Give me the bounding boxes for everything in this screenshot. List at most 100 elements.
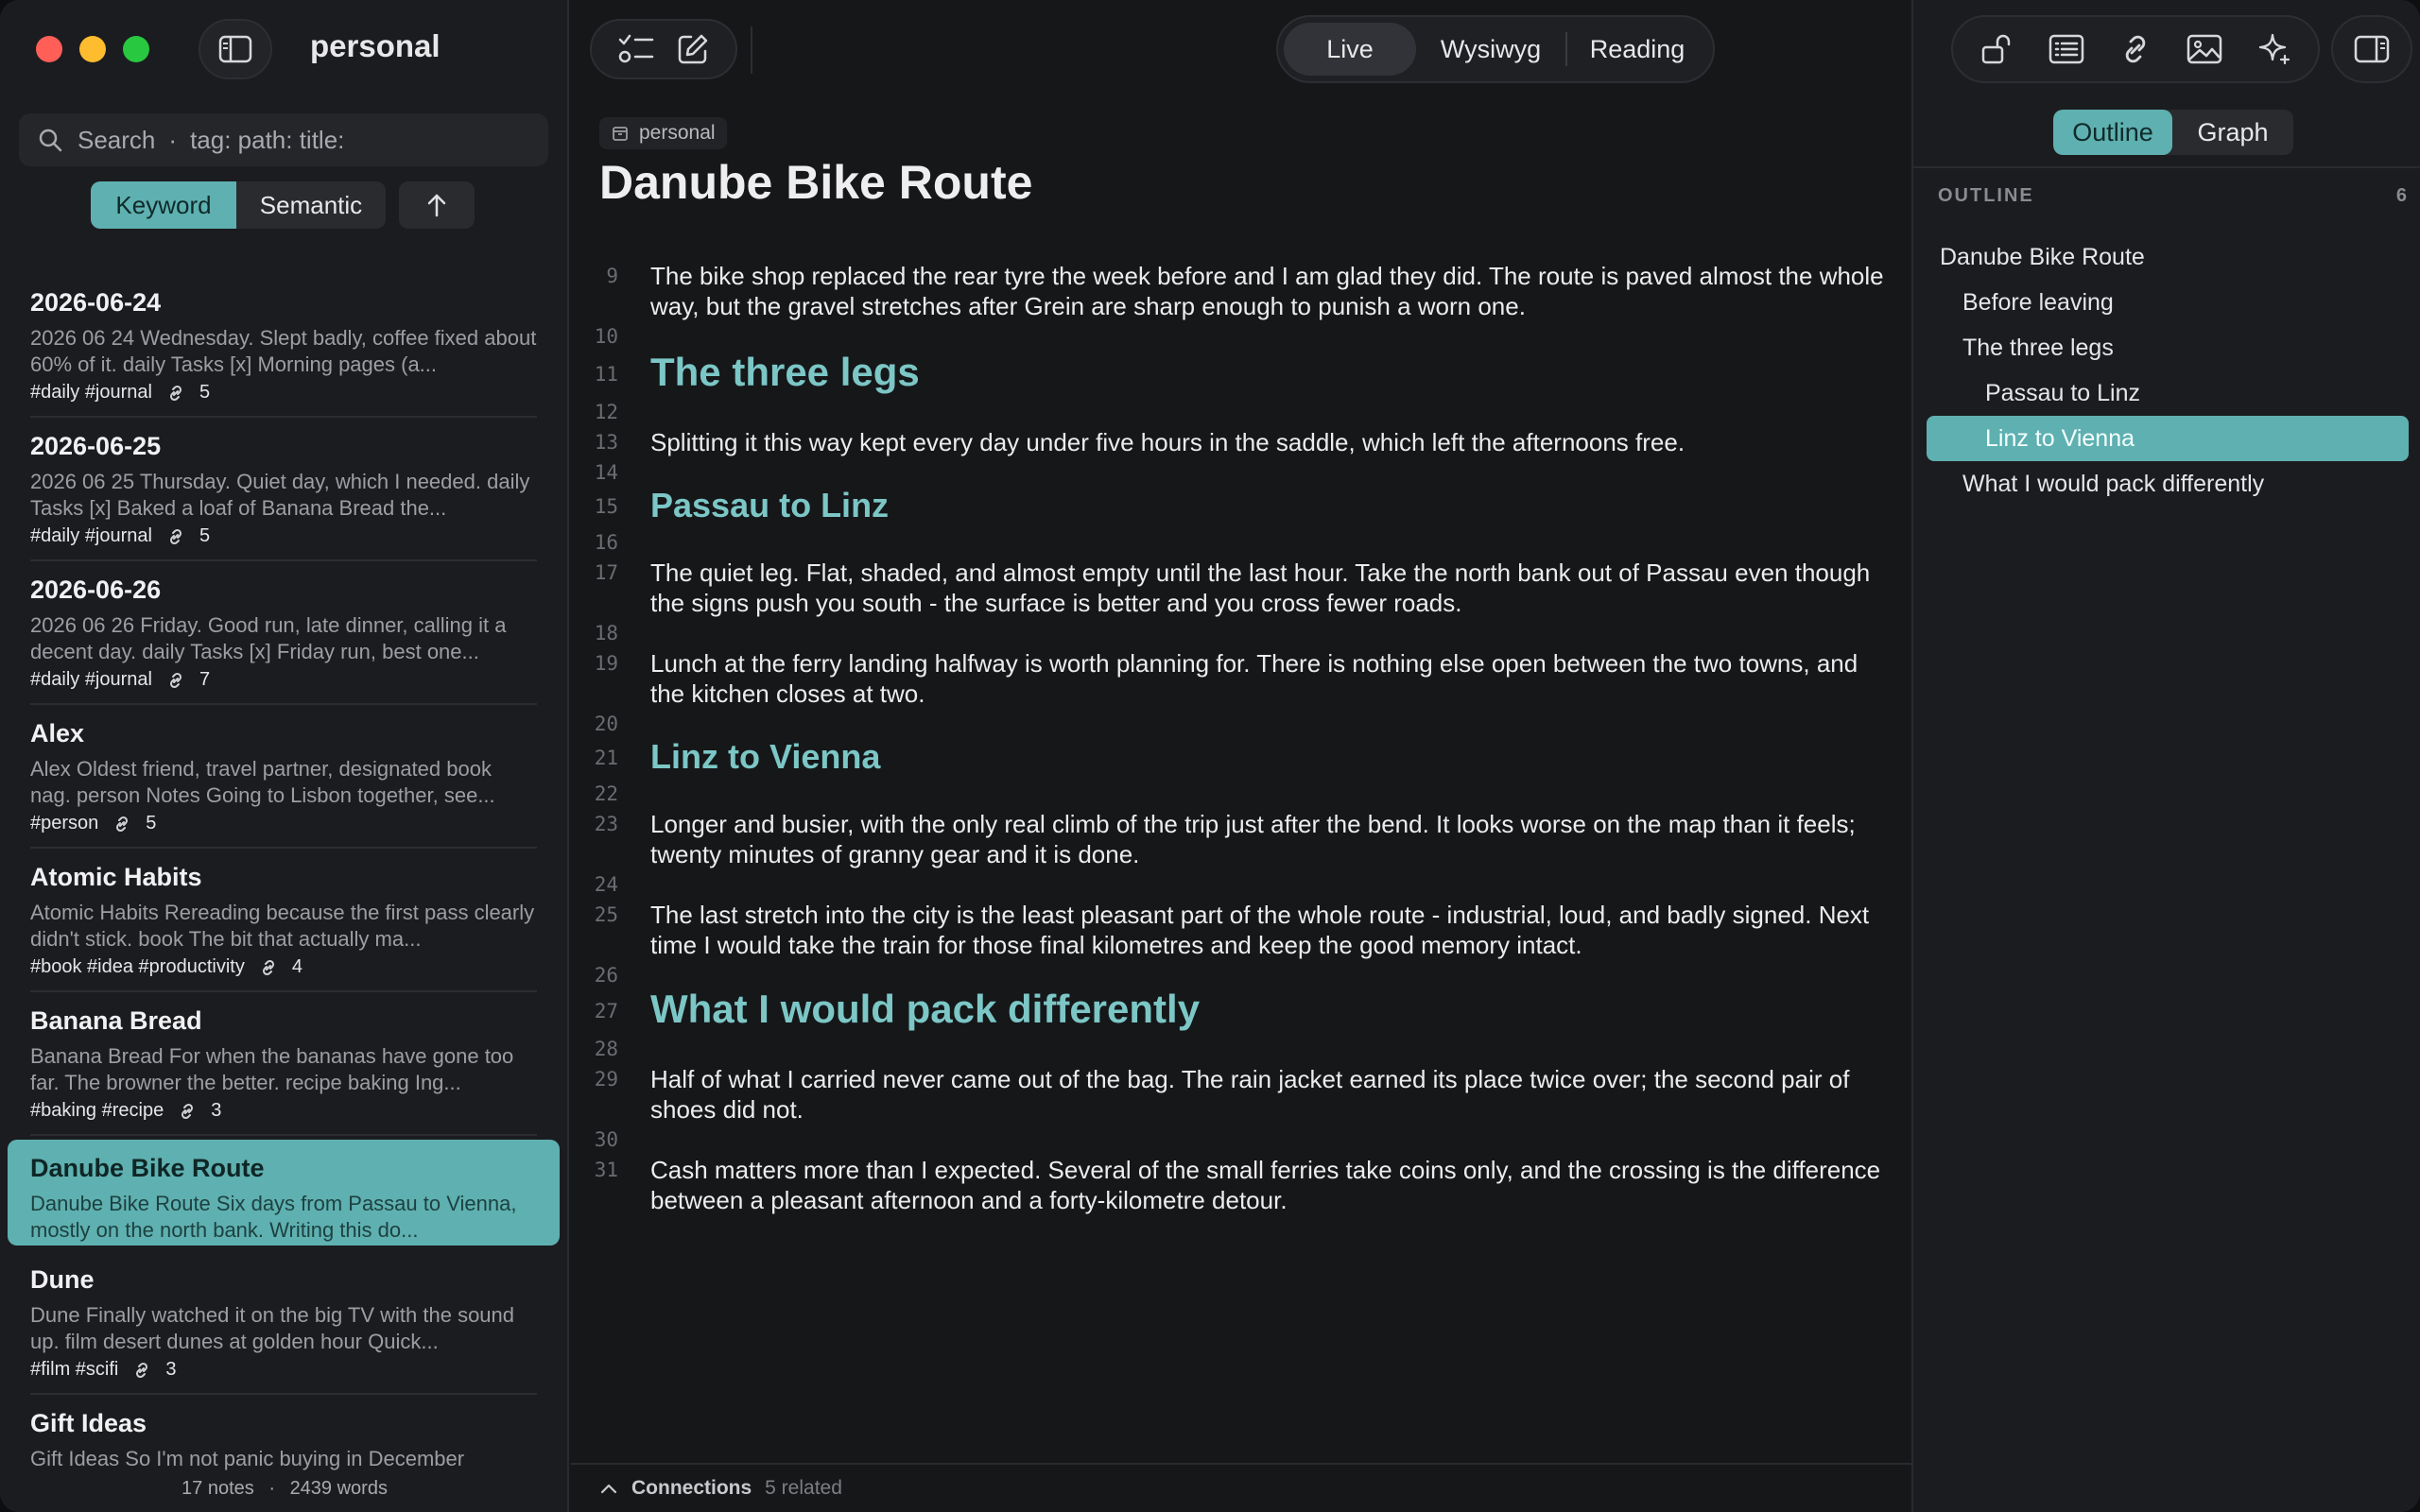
link-icon [169, 528, 182, 544]
note-title: Gift Ideas [30, 1409, 147, 1437]
line-number: 22 [594, 782, 618, 805]
line-number: 17 [594, 561, 618, 584]
archive-icon [613, 127, 628, 141]
note-link-count: 4 [291, 956, 302, 977]
close-window-button[interactable] [36, 36, 62, 62]
view-mode-switch: Live Wysiwyg Reading [1276, 15, 1715, 83]
paragraph[interactable]: The bike shop replaced the rear tyre the… [650, 261, 1889, 321]
paragraph[interactable]: Lunch at the ferry landing halfway is wo… [650, 648, 1889, 709]
line-number: 30 [594, 1128, 618, 1151]
compose-icon [678, 34, 708, 64]
search-input[interactable]: Search · tag: path: title: [19, 113, 548, 166]
lock-button[interactable] [1979, 31, 2014, 67]
paragraph[interactable]: The quiet leg. Flat, shaded, and almost … [650, 558, 1889, 618]
outline-item[interactable]: Passau to Linz [1927, 370, 2409, 416]
page-title[interactable]: Danube Bike Route [599, 155, 1032, 210]
outline-item[interactable]: Danube Bike Route [1927, 234, 2409, 280]
image-icon [2187, 34, 2222, 64]
link-icon [2125, 35, 2146, 63]
note-list-item[interactable]: 2026-06-25 2026 06 25 Thursday. Quiet da… [8, 418, 560, 561]
vault-name[interactable]: personal [310, 28, 441, 64]
note-link-count: 3 [211, 1100, 222, 1121]
line-number: 18 [594, 622, 618, 644]
search-placeholder: Search [78, 125, 156, 154]
tasks-button[interactable] [617, 32, 655, 66]
note-list-item[interactable]: Atomic Habits Atomic Habits Rereading be… [8, 849, 560, 992]
document-list-icon [2048, 34, 2083, 64]
note-list-item[interactable]: Banana Bread Banana Bread For when the b… [8, 992, 560, 1136]
paragraph[interactable]: The last stretch into the city is the le… [650, 900, 1889, 960]
line-number: 13 [594, 431, 618, 454]
editor-toolbar [590, 19, 737, 79]
note-title: 2026-06-26 [30, 576, 162, 604]
ai-assist-button[interactable] [2256, 31, 2292, 67]
reading-mode-tab[interactable]: Reading [1567, 23, 1707, 76]
note-title: Dune [30, 1265, 95, 1294]
paragraph[interactable]: Cash matters more than I expected. Sever… [650, 1155, 1889, 1215]
connections-bar[interactable]: Connections 5 related [571, 1463, 1911, 1512]
chevron-up-icon [600, 1484, 617, 1494]
app-window: personal Search · tag: path: title: Keyw… [0, 0, 2420, 1512]
outline-item[interactable]: What I would pack differently [1927, 461, 2409, 507]
link-icon [169, 385, 182, 401]
note-list-item[interactable]: Alex Alex Oldest friend, travel partner,… [8, 705, 560, 849]
note-tags: #person [30, 813, 99, 833]
sidebar-icon [218, 35, 252, 63]
link-icon [169, 672, 182, 688]
note-tags: #baking #recipe [30, 1100, 164, 1121]
zoom-window-button[interactable] [123, 36, 149, 62]
minimize-window-button[interactable] [79, 36, 106, 62]
note-snippet: Atomic Habits Rereading because the firs… [30, 901, 535, 951]
note-link-count: 5 [199, 525, 211, 546]
toggle-right-panel-button[interactable] [2331, 15, 2412, 83]
toggle-sidebar-button[interactable] [199, 19, 272, 79]
paragraph[interactable]: Longer and busier, with the only real cl… [650, 809, 1889, 869]
note-list-item[interactable]: 2026-06-26 2026 06 26 Friday. Good run, … [8, 561, 560, 705]
connections-count: 5 related [765, 1477, 842, 1499]
note-snippet: Banana Bread For when the bananas have g… [30, 1044, 514, 1094]
insert-image-button[interactable] [2186, 33, 2223, 65]
insert-link-button[interactable] [2118, 31, 2153, 67]
heading-3[interactable]: Linz to Vienna [650, 737, 880, 777]
note-snippet: 2026 06 25 Thursday. Quiet day, which I … [30, 470, 530, 520]
line-number: 9 [606, 265, 618, 287]
breadcrumb[interactable]: personal [599, 117, 727, 149]
wysiwyg-mode-tab[interactable]: Wysiwyg [1416, 23, 1565, 76]
paragraph[interactable]: Half of what I carried never came out of… [650, 1064, 1889, 1125]
note-stats: 17 notes · 2439 words [0, 1478, 569, 1500]
line-number: 12 [594, 401, 618, 423]
tab-graph[interactable]: Graph [2172, 110, 2293, 155]
keyword-mode-button[interactable]: Keyword [91, 181, 236, 229]
note-list-item[interactable]: Dune Dune Finally watched it on the big … [8, 1251, 560, 1395]
new-note-button[interactable] [676, 32, 710, 66]
outline-item[interactable]: Before leaving [1927, 280, 2409, 325]
note-snippet: Dune Finally watched it on the big TV wi… [30, 1303, 515, 1353]
line-number: 15 [594, 495, 618, 518]
properties-button[interactable] [2048, 33, 2085, 65]
note-list-item-selected[interactable]: Danube Bike Route Danube Bike Route Six … [8, 1140, 560, 1246]
outline-item[interactable]: The three legs [1927, 325, 2409, 370]
outline-heading: OUTLINE [1938, 185, 2034, 206]
live-mode-tab[interactable]: Live [1284, 23, 1416, 76]
line-number: 19 [594, 652, 618, 675]
line-number: 16 [594, 531, 618, 554]
outline-item-active[interactable]: Linz to Vienna [1927, 416, 2409, 461]
tab-outline[interactable]: Outline [2053, 110, 2172, 155]
line-number: 25 [594, 903, 618, 926]
line-number: 24 [594, 873, 618, 896]
heading-3[interactable]: Passau to Linz [650, 486, 889, 525]
note-list-item[interactable]: 2026-06-24 2026 06 24 Wednesday. Slept b… [8, 274, 560, 418]
sort-button[interactable] [399, 181, 475, 229]
right-sidebar-icon [2354, 35, 2390, 63]
heading-2[interactable]: The three legs [650, 350, 920, 395]
note-title: Banana Bread [30, 1006, 202, 1035]
note-tags: #book #idea #productivity [30, 956, 245, 977]
divider [30, 1134, 537, 1136]
semantic-mode-button[interactable]: Semantic [236, 181, 386, 229]
paragraph[interactable]: Splitting it this way kept every day und… [650, 427, 1889, 457]
note-tags: #daily #journal [30, 669, 152, 690]
note-snippet: 2026 06 24 Wednesday. Slept badly, coffe… [30, 326, 537, 376]
search-icon [39, 129, 62, 152]
heading-2[interactable]: What I would pack differently [650, 987, 1200, 1032]
outline-header: OUTLINE 6 [1938, 185, 2409, 207]
